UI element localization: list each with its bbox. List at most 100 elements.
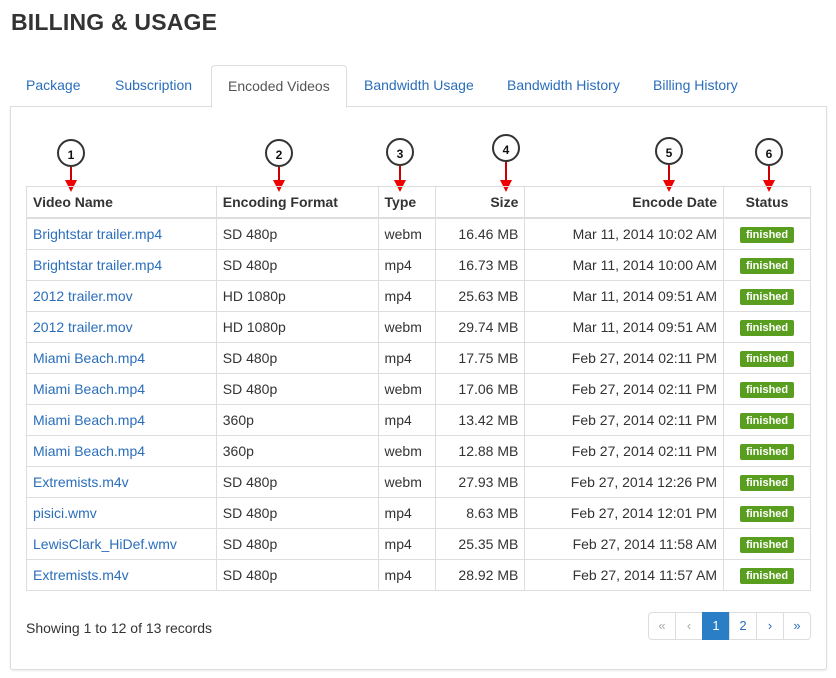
table-header-row: Video Name Encoding Format Type Size Enc… [26, 186, 811, 219]
tab-encoded-videos[interactable]: Encoded Videos [211, 65, 347, 108]
type-cell: webm [377, 311, 437, 343]
encode-date-cell: Mar 11, 2014 09:51 AM [524, 311, 725, 343]
encode-date-cell: Feb 27, 2014 02:11 PM [524, 404, 725, 436]
video-name-link[interactable]: Brightstar trailer.mp4 [33, 226, 162, 242]
encoding-format-cell: HD 1080p [215, 280, 379, 312]
status-badge: finished [739, 506, 795, 522]
video-name-link[interactable]: 2012 trailer.mov [33, 288, 133, 304]
status-cell: finished [723, 466, 811, 498]
status-badge: finished [739, 475, 795, 491]
encoding-format-cell: HD 1080p [215, 311, 379, 343]
encoding-format-cell: SD 480p [215, 528, 379, 560]
tab-bandwidth-usage[interactable]: Bandwidth Usage [348, 65, 490, 105]
video-name-link[interactable]: Extremists.m4v [33, 474, 129, 490]
table-body: Brightstar trailer.mp4 SD 480p webm 16.46 M… [26, 217, 811, 591]
video-name-link[interactable]: Miami Beach.mp4 [33, 381, 145, 397]
table-row: Miami Beach.mp4 SD 480p webm 17.06 MB Feb 27… [26, 373, 811, 405]
video-name-cell: pisici.wmv [26, 497, 217, 529]
encode-date-cell: Mar 11, 2014 10:00 AM [524, 249, 725, 281]
type-cell: webm [377, 217, 437, 250]
tab-billing-history[interactable]: Billing History [637, 65, 754, 105]
video-name-cell: Brightstar trailer.mp4 [26, 217, 217, 250]
encoding-format-cell: SD 480p [215, 373, 379, 405]
status-cell: finished [723, 528, 811, 560]
table-row: Brightstar trailer.mp4 SD 480p webm 16.46 M… [26, 217, 811, 250]
type-cell: mp4 [377, 249, 437, 281]
status-badge: finished [739, 258, 795, 274]
column-header-size[interactable]: Size [435, 186, 526, 219]
pagination-page-1[interactable]: 1 [702, 612, 730, 640]
video-name-link[interactable]: LewisClark_HiDef.wmv [33, 536, 177, 552]
video-name-cell: Miami Beach.mp4 [26, 404, 217, 436]
table-row: 2012 trailer.mov HD 1080p mp4 25.63 MB Mar 1… [26, 280, 811, 312]
encoding-format-cell: SD 480p [215, 559, 379, 591]
status-badge: finished [739, 289, 795, 305]
encoding-format-cell: SD 480p [215, 217, 379, 250]
encode-date-cell: Feb 27, 2014 12:26 PM [524, 466, 725, 498]
status-cell: finished [723, 280, 811, 312]
callout-marker-5: 5 [655, 137, 683, 165]
status-badge: finished [739, 444, 795, 460]
video-name-cell: 2012 trailer.mov [26, 280, 217, 312]
type-cell: webm [377, 466, 437, 498]
encoding-format-cell: SD 480p [215, 249, 379, 281]
table-row: LewisClark_HiDef.wmv SD 480p mp4 25.35 MB Fe… [26, 528, 811, 560]
table-row: pisici.wmv SD 480p mp4 8.63 MB Feb 27, 2014 … [26, 497, 811, 529]
tab-package[interactable]: Package [10, 65, 96, 105]
pagination-page-2[interactable]: 2 [729, 612, 757, 640]
status-badge: finished [739, 227, 795, 243]
table-row: Extremists.m4v SD 480p webm 27.93 MB Feb 27,… [26, 466, 811, 498]
video-name-cell: Miami Beach.mp4 [26, 342, 217, 374]
type-cell: mp4 [377, 497, 437, 529]
video-name-link[interactable]: 2012 trailer.mov [33, 319, 133, 335]
column-header-encoding-format[interactable]: Encoding Format [215, 186, 379, 219]
type-cell: mp4 [377, 559, 437, 591]
status-badge: finished [739, 351, 795, 367]
video-name-cell: Extremists.m4v [26, 559, 217, 591]
status-badge: finished [739, 413, 795, 429]
encode-date-cell: Feb 27, 2014 02:11 PM [524, 373, 725, 405]
encode-date-cell: Mar 11, 2014 10:02 AM [524, 217, 725, 250]
table-row: Miami Beach.mp4 360p webm 12.88 MB Feb 27, 2… [26, 435, 811, 467]
table-row: Miami Beach.mp4 SD 480p mp4 17.75 MB Feb 27,… [26, 342, 811, 374]
video-name-cell: 2012 trailer.mov [26, 311, 217, 343]
size-cell: 17.75 MB [435, 342, 526, 374]
encode-date-cell: Feb 27, 2014 11:58 AM [524, 528, 725, 560]
video-name-link[interactable]: Miami Beach.mp4 [33, 443, 145, 459]
tab-bandwidth-history[interactable]: Bandwidth History [491, 65, 636, 105]
status-cell: finished [723, 311, 811, 343]
column-header-encode-date[interactable]: Encode Date [524, 186, 725, 219]
video-name-link[interactable]: Miami Beach.mp4 [33, 412, 145, 428]
video-name-link[interactable]: Miami Beach.mp4 [33, 350, 145, 366]
table-row: 2012 trailer.mov HD 1080p webm 29.74 MB Mar … [26, 311, 811, 343]
video-name-cell: Miami Beach.mp4 [26, 435, 217, 467]
type-cell: mp4 [377, 528, 437, 560]
video-name-link[interactable]: pisici.wmv [33, 505, 97, 521]
status-badge: finished [739, 568, 795, 584]
status-cell: finished [723, 342, 811, 374]
page-title: BILLING & USAGE [11, 9, 218, 35]
arrow-line-4 [505, 162, 507, 181]
column-header-status[interactable]: Status [723, 186, 811, 219]
status-cell: finished [723, 559, 811, 591]
size-cell: 8.63 MB [435, 497, 526, 529]
video-name-link[interactable]: Brightstar trailer.mp4 [33, 257, 162, 273]
encode-date-cell: Feb 27, 2014 11:57 AM [524, 559, 725, 591]
tab-subscription[interactable]: Subscription [99, 65, 208, 105]
table-row: Extremists.m4v SD 480p mp4 28.92 MB Feb 27, … [26, 559, 811, 591]
pagination-first-button[interactable]: « [648, 612, 676, 640]
video-name-cell: Miami Beach.mp4 [26, 373, 217, 405]
arrow-line-3 [399, 166, 401, 181]
status-cell: finished [723, 497, 811, 529]
video-name-cell: Extremists.m4v [26, 466, 217, 498]
type-cell: webm [377, 373, 437, 405]
pagination-next-button[interactable]: › [756, 612, 784, 640]
status-cell: finished [723, 373, 811, 405]
video-name-link[interactable]: Extremists.m4v [33, 567, 129, 583]
pagination-prev-button[interactable]: ‹ [675, 612, 703, 640]
column-header-type[interactable]: Type [377, 186, 437, 219]
column-header-video-name[interactable]: Video Name [26, 186, 217, 219]
pagination-last-button[interactable]: » [783, 612, 811, 640]
arrow-line-6 [768, 166, 770, 181]
size-cell: 16.73 MB [435, 249, 526, 281]
